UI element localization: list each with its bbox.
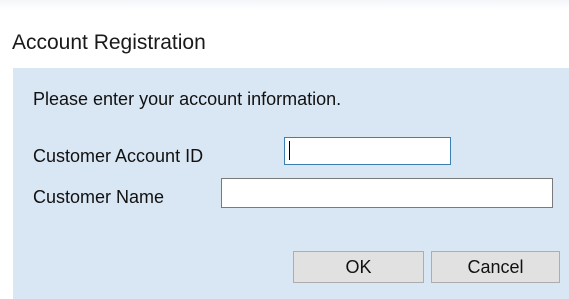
instruction-text: Please enter your account information.	[33, 89, 342, 109]
text-caret	[289, 141, 290, 160]
customer-account-id-input[interactable]	[284, 137, 451, 165]
ok-button[interactable]: OK	[293, 251, 424, 283]
customer-name-label: Customer Name	[33, 187, 165, 207]
title-bar[interactable]: Account Registration	[0, 10, 569, 68]
account-registration-dialog: Account Registration Please enter your a…	[0, 0, 569, 299]
cancel-button[interactable]: Cancel	[431, 251, 560, 283]
window-top-edge	[0, 0, 569, 10]
dialog-client-area: Please enter your account information. C…	[13, 68, 569, 299]
customer-account-id-label: Customer Account ID	[33, 146, 204, 166]
window-title: Account Registration	[12, 31, 206, 54]
customer-name-input[interactable]	[221, 178, 553, 208]
